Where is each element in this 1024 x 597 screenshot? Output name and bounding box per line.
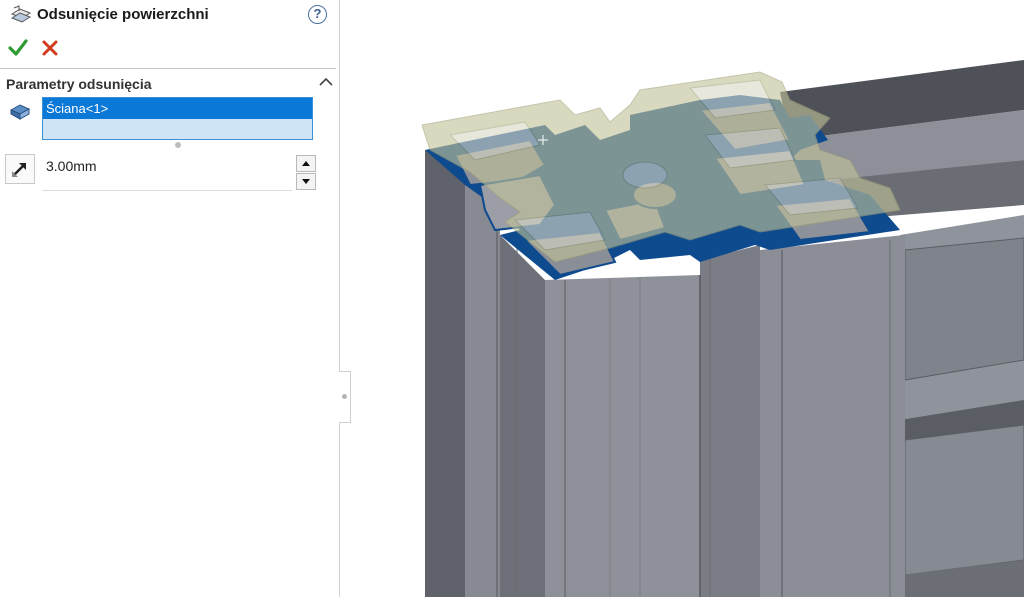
help-icon[interactable]: ? [308,5,327,24]
section-title: Parametry odsunięcia [6,76,152,92]
feature-title-row: Odsunięcie powierzchni ? [0,0,339,32]
face-selection-list[interactable]: Ściana<1> [42,97,313,140]
offset-direction-icon [12,163,26,177]
offset-surface-feature-icon [10,5,32,23]
feature-title: Odsunięcie powierzchni [37,6,209,23]
property-manager-panel: Odsunięcie powierzchni ? Parametry odsun… [0,0,340,597]
ok-button[interactable] [8,38,28,58]
graphics-viewport[interactable] [352,0,1024,597]
selection-item-face[interactable]: Ściana<1> [43,98,312,119]
reverse-direction-button[interactable] [5,154,35,184]
list-resize-grip[interactable] [175,142,181,148]
collapse-chevron-icon[interactable] [318,75,334,89]
face-selection-icon [9,104,31,120]
distance-increment-button[interactable] [296,155,316,172]
offset-distance-input[interactable] [42,153,292,191]
panel-splitter-handle[interactable] [339,371,351,423]
divider [0,68,336,69]
distance-decrement-button[interactable] [296,173,316,190]
cancel-button[interactable] [41,39,59,57]
